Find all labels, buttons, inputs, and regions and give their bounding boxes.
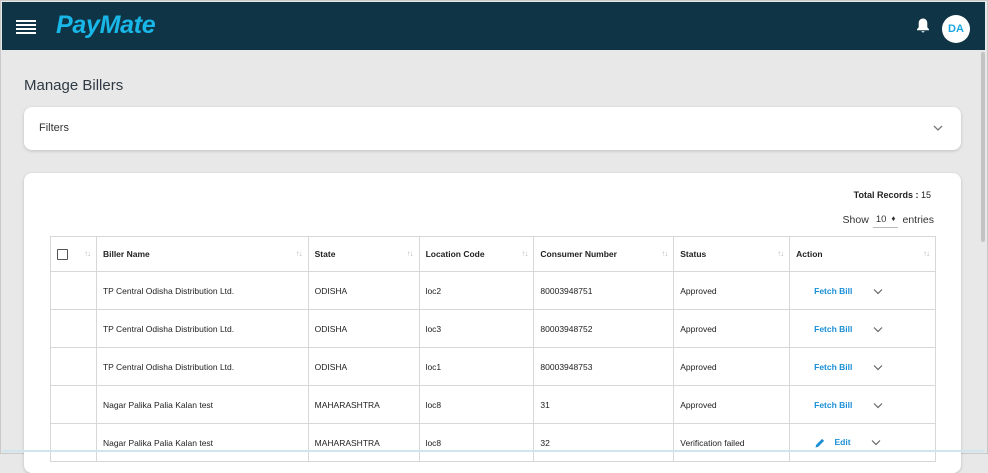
- billers-table: ↑↓ Biller Name ↑↓ State ↑↓ Location Code ↑↓…: [50, 236, 936, 462]
- select-all-checkbox[interactable]: [57, 248, 68, 260]
- sort-icon[interactable]: ↑↓: [84, 249, 91, 258]
- row-select-cell: [50, 309, 97, 348]
- biller-name-cell: Nagar Palika Palia Kalan test: [95, 423, 309, 462]
- status-cell: Verification failed: [673, 423, 791, 462]
- column-header-state[interactable]: State ↑↓: [307, 236, 420, 272]
- consumer-number-cell: 80003948753: [533, 347, 675, 386]
- header-label: Action: [796, 249, 823, 259]
- status-cell: Approved: [673, 271, 791, 310]
- biller-name-cell: TP Central Odisha Distribution Ltd.: [95, 309, 309, 348]
- fetch-bill-button[interactable]: Fetch Bill: [814, 362, 852, 372]
- action-cell: Edit: [789, 423, 936, 462]
- fetch-bill-button[interactable]: Fetch Bill: [814, 324, 852, 334]
- state-cell: ODISHA: [307, 309, 420, 348]
- top-navbar: PayMate DA: [2, 2, 985, 50]
- state-cell: ODISHA: [307, 271, 420, 310]
- column-header-status[interactable]: Status ↑↓: [673, 236, 791, 272]
- entries-value: 10: [875, 213, 887, 225]
- select-arrows-icon: ♦: [891, 214, 896, 223]
- column-header-location-code[interactable]: Location Code ↑↓: [418, 236, 535, 272]
- location-code-cell: loc8: [418, 385, 535, 424]
- row-select-cell: [50, 385, 97, 424]
- state-cell: MAHARASHTRA: [307, 385, 420, 424]
- consumer-number-cell: 80003948752: [533, 309, 675, 348]
- chevron-down-icon[interactable]: [873, 364, 883, 371]
- chevron-down-icon[interactable]: [873, 288, 883, 295]
- billers-table-card: Total Records : 15 Show 10 ♦ entries ↑↓ …: [24, 173, 961, 473]
- status-cell: Approved: [673, 347, 791, 386]
- state-cell: MAHARASHTRA: [307, 423, 420, 462]
- table-row: Nagar Palika Palia Kalan test MAHARASHTR…: [50, 423, 936, 462]
- sort-icon[interactable]: ↑↓: [296, 249, 303, 258]
- sort-icon[interactable]: ↑↓: [407, 249, 414, 258]
- sort-icon[interactable]: ↑↓: [777, 249, 784, 258]
- header-label: State: [314, 249, 336, 259]
- location-code-cell: loc8: [418, 423, 535, 462]
- consumer-number-cell: 31: [533, 385, 675, 424]
- sort-icon[interactable]: ↑↓: [521, 249, 528, 258]
- column-header-consumer-number[interactable]: Consumer Number ↑↓: [533, 236, 675, 272]
- consumer-number-cell: 32: [533, 423, 675, 462]
- chevron-down-icon[interactable]: [873, 326, 883, 333]
- action-cell: Fetch Bill: [789, 271, 936, 310]
- biller-name-cell: Nagar Palika Palia Kalan test: [95, 385, 309, 424]
- table-body: TP Central Odisha Distribution Ltd. ODIS…: [50, 271, 936, 462]
- page-scrollbar[interactable]: [981, 52, 985, 242]
- biller-name-cell: TP Central Odisha Distribution Ltd.: [95, 271, 309, 310]
- biller-name-cell: TP Central Odisha Distribution Ltd.: [95, 347, 309, 386]
- table-row: TP Central Odisha Distribution Ltd. ODIS…: [50, 309, 936, 348]
- header-label: Consumer Number: [540, 249, 617, 259]
- row-select-cell: [50, 347, 97, 386]
- table-row: TP Central Odisha Distribution Ltd. ODIS…: [50, 347, 936, 386]
- show-entries-control: Show 10 ♦ entries: [843, 211, 934, 228]
- total-records: Total Records : 15: [854, 190, 931, 200]
- select-all-header: ↑↓: [50, 236, 97, 272]
- table-row: TP Central Odisha Distribution Ltd. ODIS…: [50, 271, 936, 310]
- column-header-action[interactable]: Action ↑↓: [789, 236, 936, 272]
- status-cell: Approved: [673, 309, 791, 348]
- fetch-bill-button[interactable]: Fetch Bill: [814, 400, 852, 410]
- bottom-edge: [2, 450, 985, 452]
- entries-label: entries: [902, 213, 934, 226]
- status-cell: Approved: [673, 385, 791, 424]
- action-cell: Fetch Bill: [789, 385, 936, 424]
- entries-select[interactable]: 10 ♦: [872, 211, 899, 228]
- user-avatar[interactable]: DA: [942, 15, 970, 43]
- chevron-down-icon[interactable]: [933, 124, 943, 132]
- action-cell: Fetch Bill: [789, 309, 936, 348]
- location-code-cell: loc2: [418, 271, 535, 310]
- total-records-label: Total Records :: [853, 190, 919, 200]
- header-label: Biller Name: [102, 249, 150, 259]
- bell-icon[interactable]: [915, 17, 931, 35]
- action-cell: Fetch Bill: [789, 347, 936, 386]
- sort-icon[interactable]: ↑↓: [923, 249, 930, 258]
- row-select-cell: [50, 423, 97, 462]
- consumer-number-cell: 80003948751: [533, 271, 675, 310]
- show-label: Show: [842, 213, 869, 226]
- row-select-cell: [50, 271, 97, 310]
- sort-icon[interactable]: ↑↓: [661, 249, 668, 258]
- location-code-cell: loc1: [418, 347, 535, 386]
- filters-label: Filters: [39, 122, 69, 134]
- filters-panel[interactable]: Filters: [24, 107, 961, 150]
- fetch-bill-button[interactable]: Fetch Bill: [814, 286, 852, 296]
- app-logo[interactable]: PayMate: [56, 11, 156, 40]
- table-row: Nagar Palika Palia Kalan test MAHARASHTR…: [50, 385, 936, 424]
- header-label: Status: [680, 249, 707, 259]
- total-records-value: 15: [920, 190, 931, 200]
- location-code-cell: loc3: [418, 309, 535, 348]
- header-label: Location Code: [425, 249, 485, 259]
- state-cell: ODISHA: [307, 347, 420, 386]
- chevron-down-icon[interactable]: [873, 402, 883, 409]
- table-header-row: ↑↓ Biller Name ↑↓ State ↑↓ Location Code ↑↓…: [50, 236, 936, 272]
- edit-button[interactable]: Edit: [835, 437, 851, 447]
- pencil-icon[interactable]: [814, 437, 826, 449]
- chevron-down-icon[interactable]: [871, 439, 881, 446]
- page-title: Manage Billers: [24, 77, 124, 94]
- hamburger-icon[interactable]: [16, 20, 36, 34]
- column-header-biller-name[interactable]: Biller Name ↑↓: [95, 236, 309, 272]
